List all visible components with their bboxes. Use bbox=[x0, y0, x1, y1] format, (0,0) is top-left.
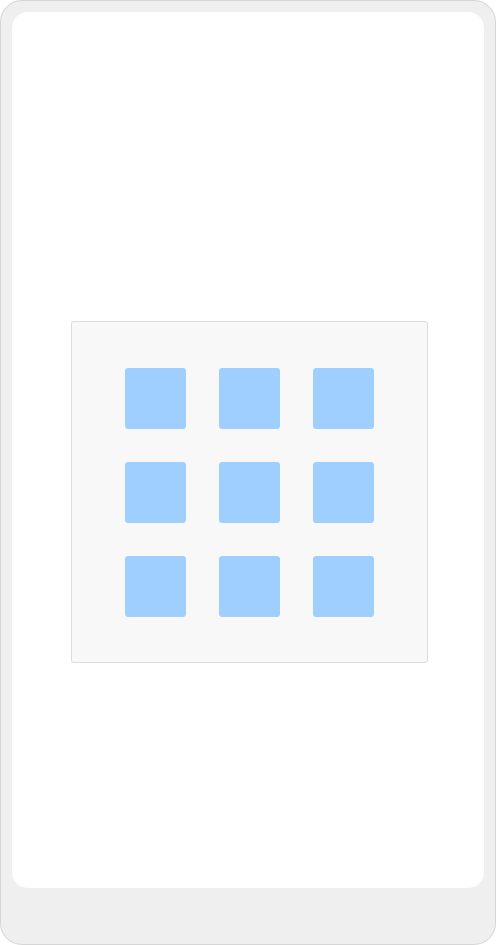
grid-tile-r1-c3[interactable] bbox=[313, 368, 374, 429]
grid-tile-r1-c2[interactable] bbox=[219, 368, 280, 429]
device-frame bbox=[0, 0, 496, 945]
grid-tile-r1-c1[interactable] bbox=[125, 368, 186, 429]
grid-panel bbox=[71, 321, 428, 663]
grid-tile-r2-c2[interactable] bbox=[219, 462, 280, 523]
grid-tile-r3-c1[interactable] bbox=[125, 556, 186, 617]
grid-tile-r3-c3[interactable] bbox=[313, 556, 374, 617]
grid-tile-r3-c2[interactable] bbox=[219, 556, 280, 617]
grid-tile-r2-c1[interactable] bbox=[125, 462, 186, 523]
grid-tile-r2-c3[interactable] bbox=[313, 462, 374, 523]
app-screen bbox=[12, 12, 484, 888]
